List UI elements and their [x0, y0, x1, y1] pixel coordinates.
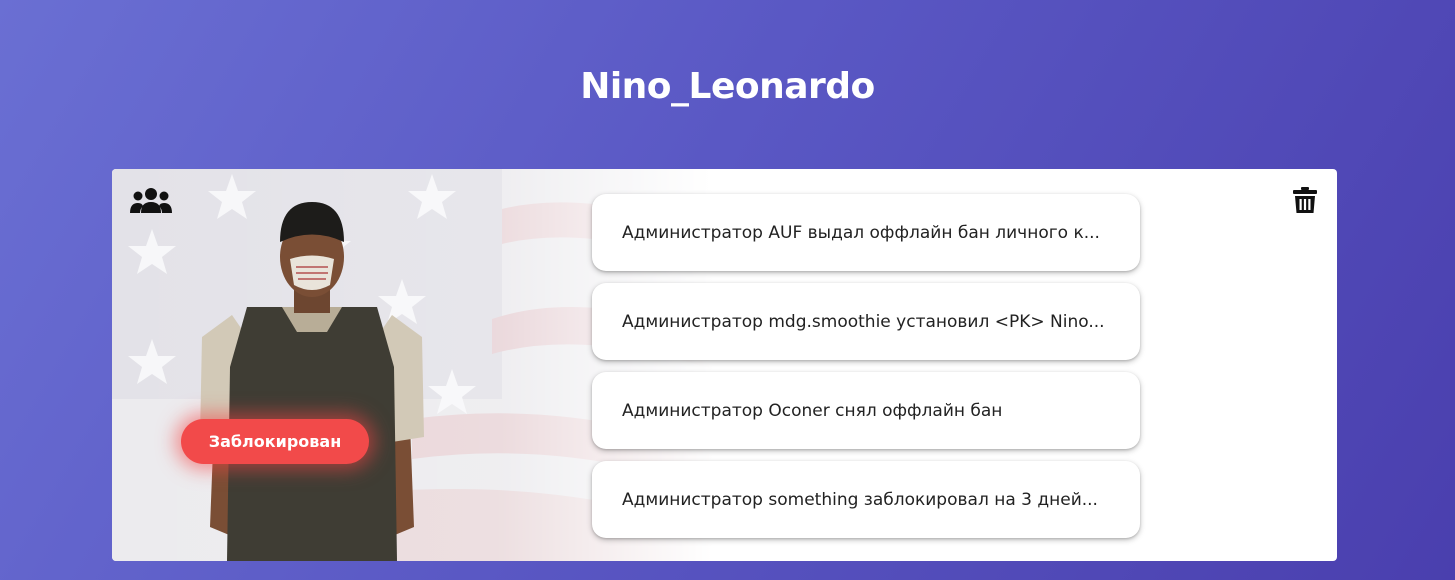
- users-group-icon[interactable]: [130, 187, 172, 213]
- log-item[interactable]: Администратор something заблокировал на …: [592, 461, 1140, 538]
- page-title: Nino_Leonardo: [580, 66, 875, 107]
- log-item[interactable]: Администратор Oconer снял оффлайн бан: [592, 372, 1140, 449]
- status-badge: Заблокирован: [181, 419, 369, 464]
- log-item[interactable]: Администратор mdg.smoothie установил <PK…: [592, 283, 1140, 360]
- log-item[interactable]: Администратор AUF выдал оффлайн бан личн…: [592, 194, 1140, 271]
- log-item-text: Администратор mdg.smoothie установил <PK…: [622, 311, 1105, 332]
- player-skin-image: [200, 202, 424, 561]
- trash-icon[interactable]: [1293, 187, 1317, 213]
- log-list: Администратор AUF выдал оффлайн бан личн…: [592, 194, 1140, 550]
- log-item-text: Администратор something заблокировал на …: [622, 489, 1098, 510]
- log-item-text: Администратор Oconer снял оффлайн бан: [622, 400, 1003, 421]
- profile-card: Заблокирован Администратор AUF выдал офф…: [112, 169, 1337, 561]
- log-item-text: Администратор AUF выдал оффлайн бан личн…: [622, 222, 1100, 243]
